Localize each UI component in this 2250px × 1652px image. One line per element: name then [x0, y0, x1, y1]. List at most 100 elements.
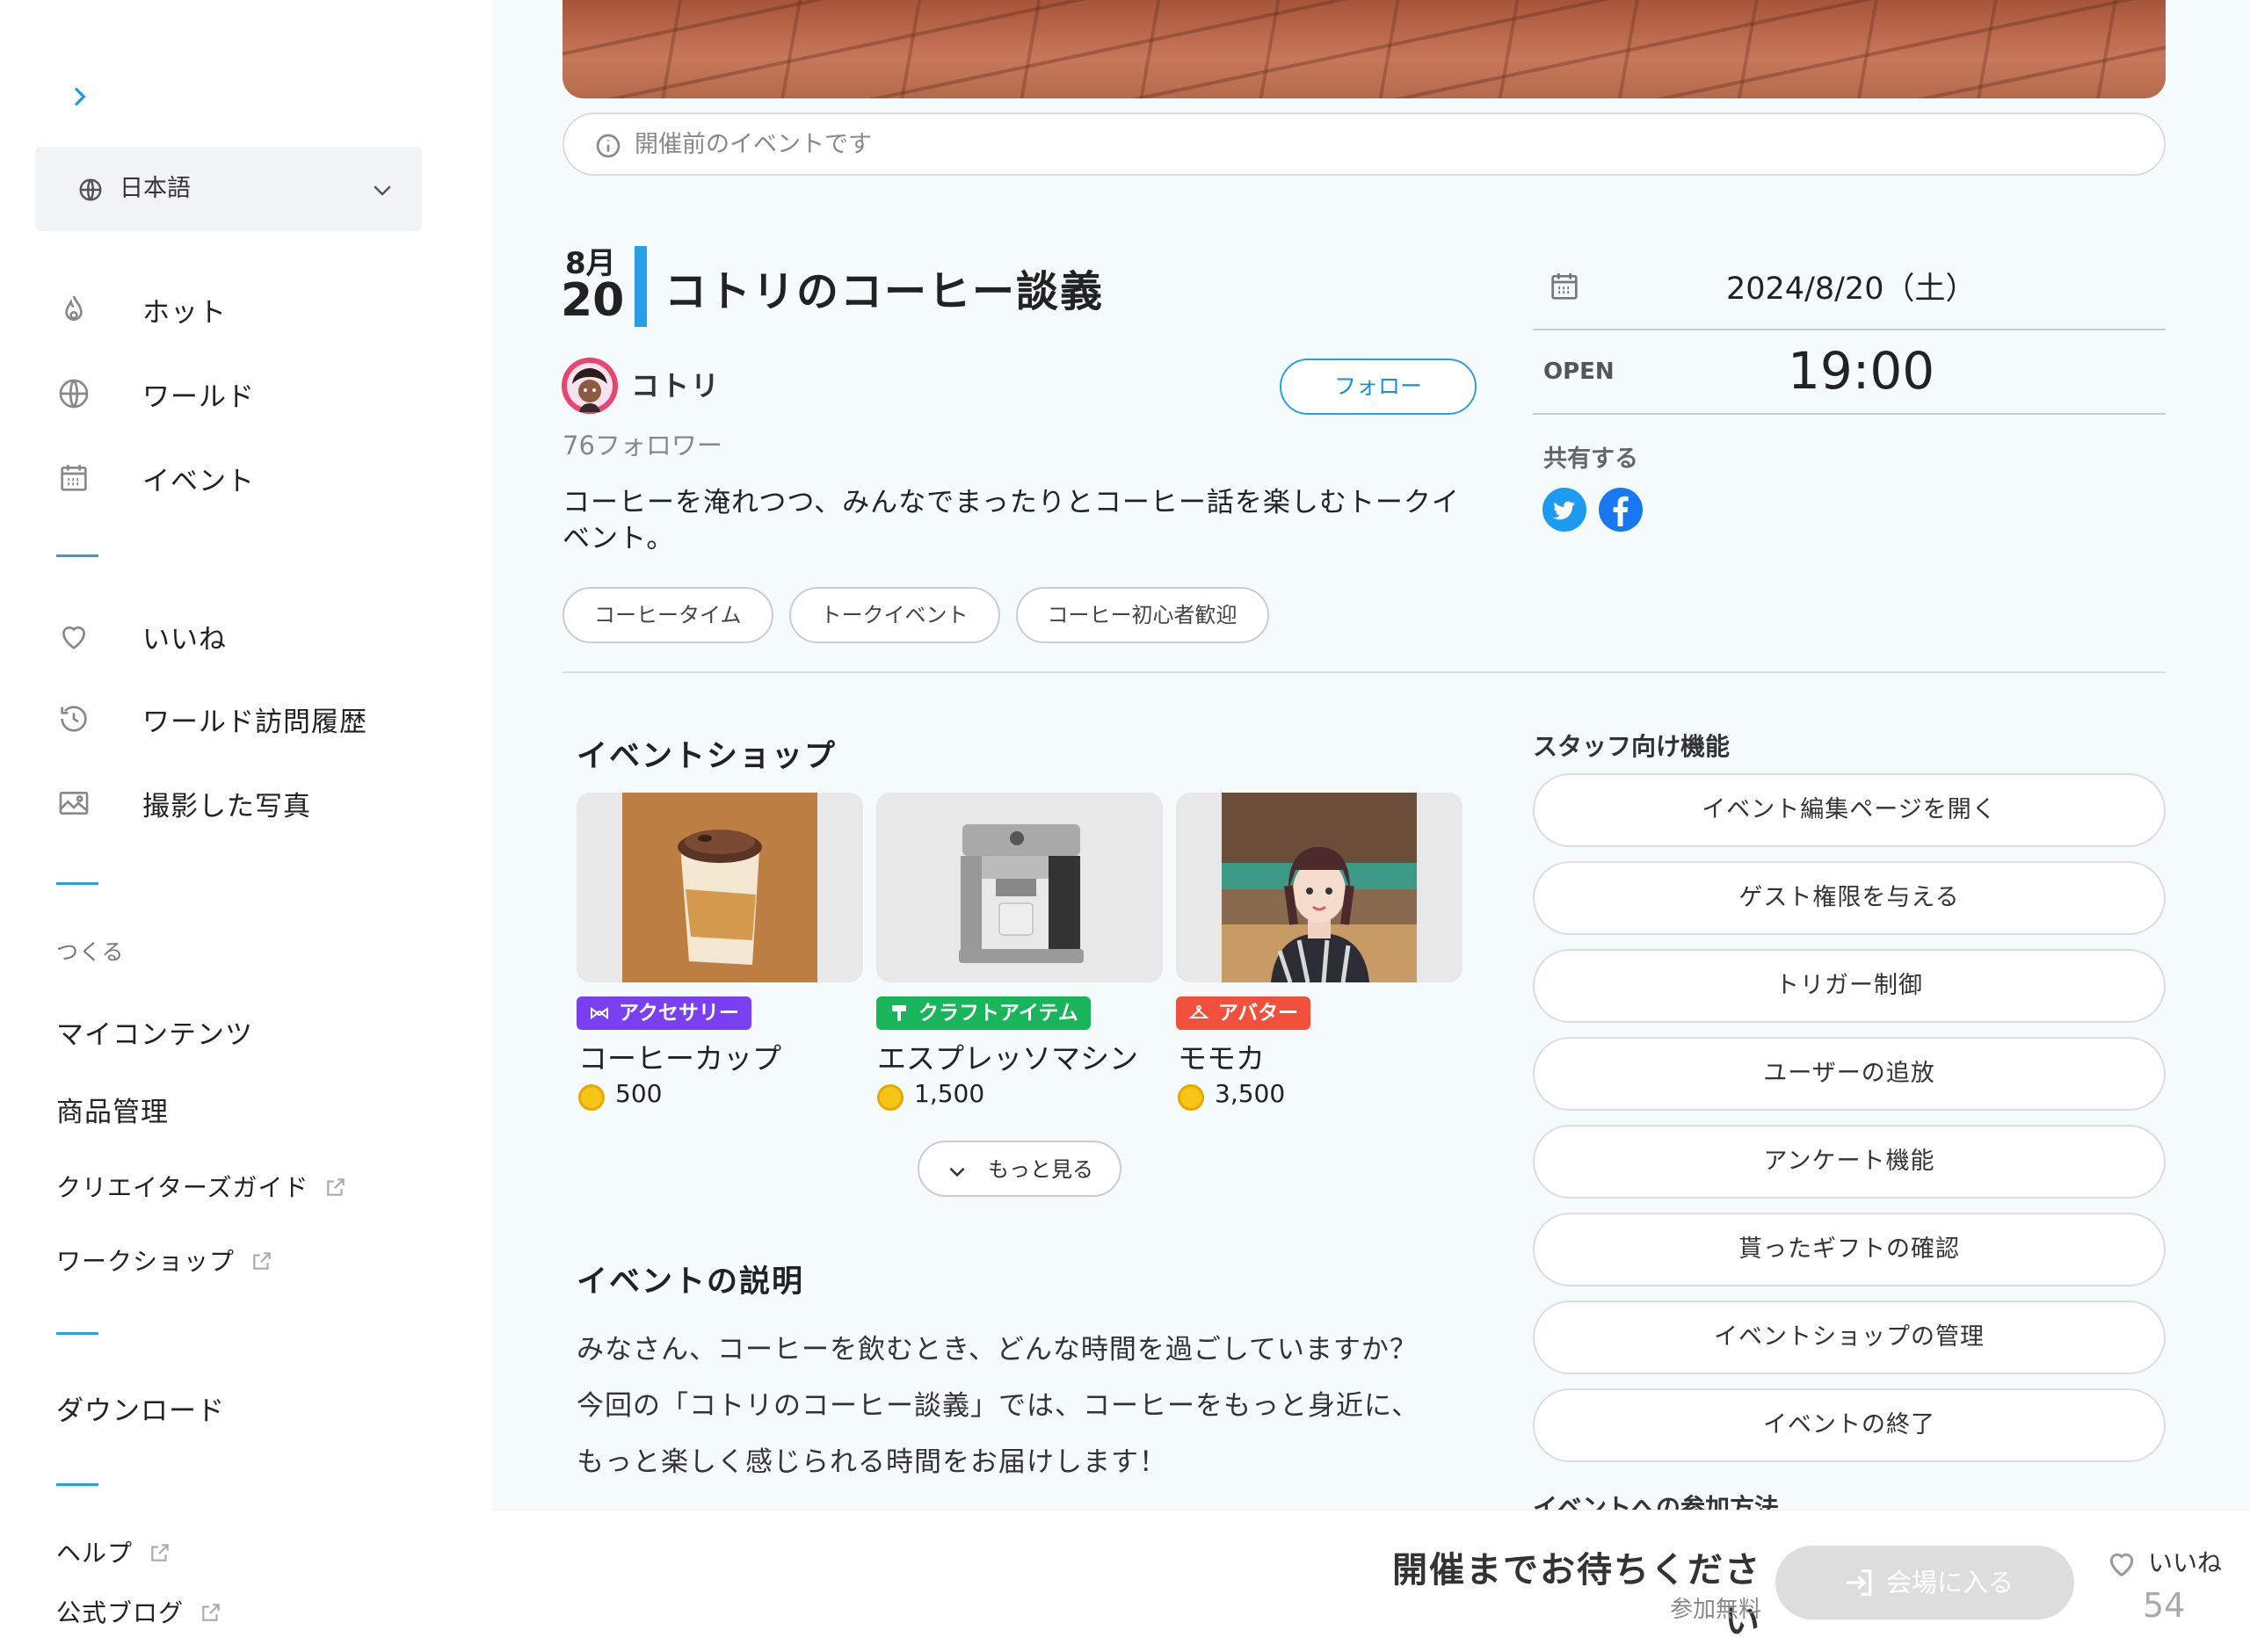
event-day: 20: [561, 274, 625, 327]
event-date: 2024/8/20（土）: [1726, 272, 1977, 307]
download-link[interactable]: ダウンロード: [56, 1388, 225, 1428]
expand-sidebar-icon[interactable]: [65, 83, 93, 111]
globe-icon: [77, 177, 104, 203]
chevron-down-icon: [369, 177, 396, 203]
coin-icon: [578, 1084, 605, 1111]
tag-chip[interactable]: コーヒー初心者歓迎: [1015, 587, 1269, 643]
description-line: 今回の「コトリのコーヒー談義」では、コーヒーをもっと身近に、: [577, 1390, 1420, 1422]
external-link-icon: [324, 1176, 347, 1199]
category-label: アバター: [1218, 1002, 1299, 1025]
language-label: 日本語: [120, 175, 191, 202]
divider: [1533, 329, 2166, 330]
product-price: 500: [615, 1079, 663, 1108]
my-contents-link[interactable]: マイコンテンツ: [56, 1012, 253, 1052]
product-image: [876, 793, 1163, 982]
product-price: 1,500: [914, 1079, 985, 1108]
end-event-button[interactable]: イベントの終了: [1533, 1388, 2166, 1462]
tag-chip[interactable]: コーヒータイム: [562, 587, 773, 643]
follow-button[interactable]: フォロー: [1280, 359, 1477, 415]
language-select[interactable]: 日本語: [35, 147, 422, 231]
sidebar-item-photos[interactable]: 撮影した写真: [56, 779, 311, 828]
product-management-link[interactable]: 商品管理: [56, 1090, 169, 1129]
host-avatar[interactable]: [562, 358, 618, 414]
shop-item-card[interactable]: [876, 793, 1163, 982]
external-link-icon: [149, 1541, 171, 1564]
hammer-icon: [889, 1003, 910, 1024]
product-image: [1176, 793, 1462, 982]
host-name[interactable]: コトリ: [631, 364, 721, 404]
create-section-label: つくる: [56, 939, 125, 965]
facebook-share-icon[interactable]: [1599, 488, 1643, 532]
globe-icon: [56, 376, 91, 411]
like-label[interactable]: いいね: [2148, 1544, 2222, 1579]
category-label: アクセサリー: [619, 1002, 739, 1025]
received-gifts-button[interactable]: 貰ったギフトの確認: [1533, 1213, 2166, 1286]
divider: [56, 1332, 98, 1335]
sidebar-item-hot[interactable]: ホット: [56, 285, 227, 334]
sidebar-item-world[interactable]: ワールド: [56, 369, 255, 418]
history-icon: [56, 701, 91, 736]
creators-guide-label: クリエイターズガイド: [56, 1173, 309, 1202]
sidebar-item-label: ワールド訪問履歴: [142, 706, 367, 738]
sidebar: 日本語 ホット ワールド イベント いいね ワールド訪問履歴 撮影した写真 つく…: [0, 0, 492, 1652]
open-time: 19:00: [1788, 341, 1935, 401]
event-title: コトリのコーヒー談義: [664, 267, 1105, 316]
hanger-icon: [1188, 1003, 1209, 1024]
external-link-icon: [200, 1601, 222, 1624]
survey-button[interactable]: アンケート機能: [1533, 1125, 2166, 1199]
open-edit-page-button[interactable]: イベント編集ページを開く: [1533, 773, 2166, 847]
sidebar-item-likes[interactable]: いいね: [56, 612, 227, 661]
divider: [56, 1483, 98, 1486]
sidebar-item-label: ホット: [142, 296, 227, 329]
workshop-link[interactable]: ワークショップ: [56, 1243, 273, 1278]
sidebar-item-event[interactable]: イベント: [56, 453, 255, 503]
title-accent-bar: [635, 246, 647, 327]
calendar-icon: [56, 460, 91, 496]
enter-venue-label: 会場に入る: [1886, 1568, 2014, 1598]
shop-item-card[interactable]: [1176, 793, 1462, 982]
sidebar-item-label: イベント: [142, 465, 255, 497]
divider: [1533, 413, 2166, 415]
manage-shop-button[interactable]: イベントショップの管理: [1533, 1301, 2166, 1374]
shop-item-card[interactable]: [577, 793, 863, 982]
product-name: コーヒーカップ: [578, 1041, 781, 1076]
category-label: クラフトアイテム: [918, 1002, 1078, 1025]
kick-user-button[interactable]: ユーザーの追放: [1533, 1037, 2166, 1111]
section-divider: [562, 671, 2166, 673]
chevron-down-icon: [946, 1160, 969, 1183]
info-icon: [594, 132, 622, 160]
description-line: みなさん、コーヒーを飲むとき、どんな時間を過ごしていますか？: [577, 1334, 1418, 1366]
description-line: もっと楽しく感じられる時間をお届けします！: [577, 1446, 1167, 1478]
enter-venue-button[interactable]: 会場に入る: [1775, 1546, 2074, 1619]
sidebar-item-label: ワールド: [142, 380, 255, 413]
show-more-label: もっと見る: [988, 1157, 1093, 1182]
event-shop-heading: イベントショップ: [577, 739, 838, 774]
category-badge: アクセサリー: [577, 996, 751, 1030]
flame-icon: [56, 292, 91, 327]
trigger-control-button[interactable]: トリガー制御: [1533, 949, 2166, 1023]
status-notice-text: 開催前のイベントです: [635, 131, 872, 158]
twitter-share-icon[interactable]: [1542, 488, 1586, 532]
like-count: 54: [2143, 1586, 2186, 1625]
coin-icon: [877, 1084, 904, 1111]
help-link[interactable]: ヘルプ: [56, 1534, 171, 1569]
divider: [56, 882, 98, 885]
share-label: 共有する: [1543, 446, 1638, 473]
like-heart-icon[interactable]: [2104, 1546, 2139, 1581]
event-description-heading: イベントの説明: [577, 1264, 805, 1300]
product-name: モモカ: [1178, 1041, 1265, 1076]
enter-icon: [1842, 1565, 1877, 1600]
sidebar-item-history[interactable]: ワールド訪問履歴: [56, 694, 367, 743]
ribbon-icon: [589, 1003, 610, 1024]
event-hero-image: [562, 0, 2166, 98]
blog-link[interactable]: 公式ブログ: [56, 1594, 222, 1629]
free-label: 参加無料: [1669, 1597, 1761, 1623]
tag-chip[interactable]: トークイベント: [788, 587, 1000, 643]
coin-icon: [1178, 1084, 1204, 1111]
show-more-button[interactable]: もっと見る: [918, 1141, 1121, 1197]
creators-guide-link[interactable]: クリエイターズガイド: [56, 1169, 347, 1204]
product-image: [577, 793, 863, 982]
event-summary: コーヒーを淹れつつ、みんなでまったりとコーヒー話を楽しむトークイベント。: [562, 487, 1460, 554]
product-name: エスプレッソマシン: [877, 1041, 1138, 1076]
grant-guest-permission-button[interactable]: ゲスト権限を与える: [1533, 861, 2166, 935]
